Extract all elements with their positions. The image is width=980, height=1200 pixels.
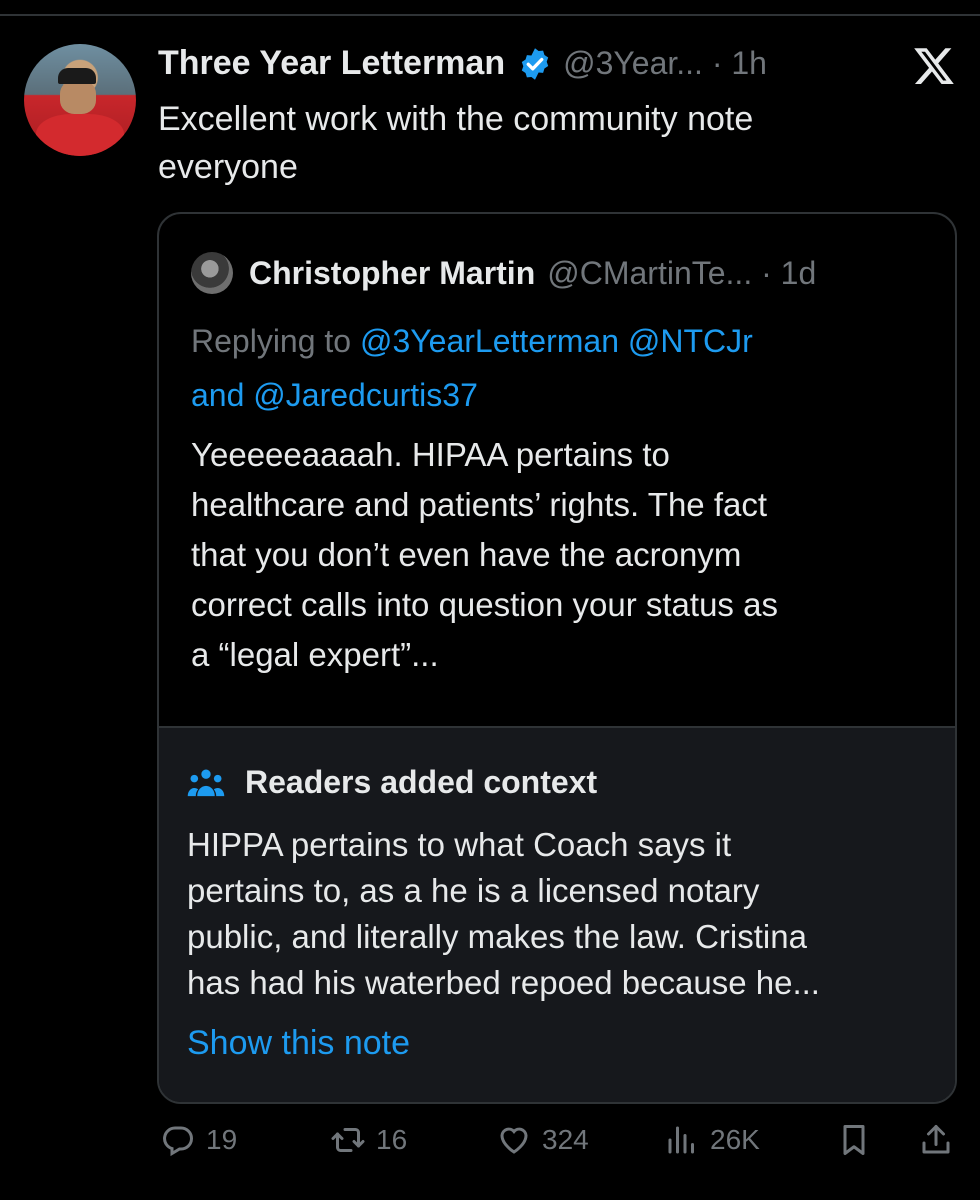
quoted-body-line: that you don’t even have the acronym [191, 536, 742, 573]
tweet-text-line: everyone [158, 148, 298, 186]
quoted-body-line: healthcare and patients’ rights. The fac… [191, 486, 768, 523]
community-note-body: HIPPA pertains to what Coach says it per… [187, 822, 937, 1006]
tweet-text-line: Excellent work with the community note [158, 100, 754, 138]
note-body-line: pertains to, as a he is a licensed notar… [187, 872, 760, 909]
mention-link[interactable]: @Jaredcurtis37 [253, 377, 478, 413]
tweet-header: Three Year Letterman @3Year... · 1h [158, 44, 767, 83]
views-button[interactable]: 26K [664, 1122, 760, 1158]
and-word: and [191, 377, 254, 413]
action-bar: 19 16 324 26K [0, 1122, 980, 1172]
people-icon [187, 769, 225, 796]
author-name[interactable]: Three Year Letterman [158, 44, 505, 83]
replying-to: Replying to @3YearLetterman @NTCJr and @… [191, 314, 931, 422]
reply-button[interactable]: 19 [160, 1122, 237, 1158]
show-this-note-link[interactable]: Show this note [187, 1024, 410, 1063]
bookmark-icon [843, 1125, 865, 1155]
x-logo-icon[interactable] [912, 44, 956, 88]
like-button[interactable]: 324 [496, 1122, 589, 1158]
repost-button[interactable]: 16 [330, 1122, 407, 1158]
community-note-header: Readers added context [187, 764, 597, 801]
mention-link[interactable]: @3YearLetterman [360, 323, 619, 359]
repost-count: 16 [376, 1124, 408, 1155]
top-divider [0, 14, 980, 16]
quoted-author-name[interactable]: Christopher Martin [249, 255, 535, 292]
mention-link[interactable]: @NTCJr [628, 323, 753, 359]
quoted-body-line: a “legal expert”... [191, 636, 439, 673]
views-count: 26K [710, 1124, 760, 1155]
quoted-body: Yeeeeeaaaah. HIPAA pertains to healthcar… [191, 430, 931, 680]
quoted-author-avatar[interactable] [191, 252, 233, 294]
quoted-handle-time[interactable]: @CMartinTe... · 1d [547, 255, 816, 292]
views-icon [668, 1126, 694, 1154]
reply-icon [163, 1126, 193, 1157]
community-note-title: Readers added context [245, 764, 598, 800]
like-icon [500, 1127, 528, 1154]
bookmark-button[interactable] [836, 1122, 872, 1158]
community-note: Readers added context HIPPA pertains to … [159, 726, 955, 1102]
share-button[interactable] [918, 1122, 954, 1158]
replying-prefix: Replying to [191, 323, 360, 359]
reply-count: 19 [206, 1124, 238, 1155]
quoted-body-line: Yeeeeeaaaah. HIPAA pertains to [191, 436, 670, 473]
note-body-line: public, and literally makes the law. Cri… [187, 918, 807, 955]
tweet-text: Excellent work with the community note e… [158, 95, 938, 191]
repost-icon [331, 1128, 365, 1152]
author-avatar[interactable] [24, 44, 136, 156]
verified-icon [521, 47, 549, 80]
author-handle-time[interactable]: @3Year... · 1h [563, 45, 767, 82]
share-icon [922, 1125, 950, 1154]
quoted-tweet-card[interactable]: Christopher Martin @CMartinTe... · 1d Re… [157, 212, 957, 1104]
quoted-header: Christopher Martin @CMartinTe... · 1d [191, 252, 816, 294]
like-count: 324 [542, 1124, 589, 1155]
note-body-line: HIPPA pertains to what Coach says it [187, 826, 732, 863]
note-body-line: has had his waterbed repoed because he..… [187, 964, 820, 1001]
quoted-body-line: correct calls into question your status … [191, 586, 778, 623]
